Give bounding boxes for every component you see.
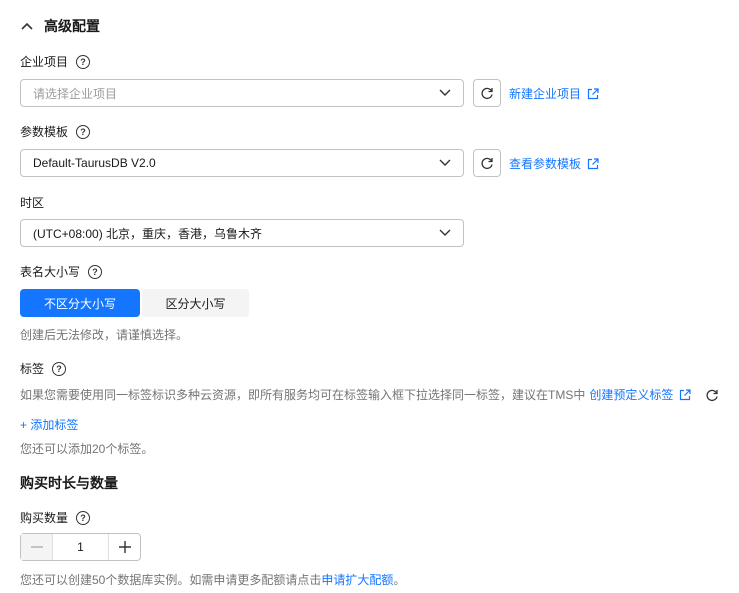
enterprise-project-select[interactable]: 请选择企业项目: [20, 79, 464, 107]
param-template-label: 参数模板: [20, 125, 69, 139]
quantity-label-row: 购买数量 ?: [20, 509, 91, 526]
case-label: 表名大小写: [20, 265, 81, 279]
apply-quota-link[interactable]: 申请扩大配额: [321, 573, 393, 587]
increment-button[interactable]: [108, 534, 140, 560]
timezone-value: (UTC+08:00) 北京，重庆，香港，乌鲁木齐: [33, 226, 263, 241]
enterprise-project-placeholder: 请选择企业项目: [33, 86, 118, 101]
timezone-label: 时区: [20, 196, 45, 210]
param-template-value: Default-TaurusDB V2.0: [33, 156, 156, 170]
refresh-icon: [706, 389, 719, 401]
case-insensitive-option[interactable]: 不区分大小写: [20, 289, 140, 317]
external-link-icon: [680, 388, 691, 400]
quantity-input[interactable]: 1: [53, 540, 108, 554]
minus-icon: [30, 546, 43, 548]
refresh-icon: [481, 157, 493, 170]
timezone-select[interactable]: (UTC+08:00) 北京，重庆，香港，乌鲁木齐: [20, 219, 464, 247]
help-icon[interactable]: ?: [76, 54, 91, 69]
tags-remaining: 您还可以添加20个标签。: [20, 442, 154, 456]
create-predefined-tag-link[interactable]: 创建预定义标签: [589, 386, 691, 403]
tags-description-row: 如果您需要使用同一标签标识多种云资源，即所有服务均可在标签输入框下拉选择同一标签…: [20, 386, 719, 403]
add-tag-link[interactable]: + 添加标签: [20, 416, 78, 433]
case-hint: 创建后无法修改，请谨慎选择。: [20, 328, 189, 342]
chevron-down-icon: [439, 159, 451, 166]
advanced-config-header[interactable]: 高级配置: [20, 16, 100, 36]
help-icon[interactable]: ?: [76, 124, 91, 139]
purchase-section-title: 购买时长与数量: [20, 475, 118, 491]
case-sensitive-option[interactable]: 区分大小写: [142, 289, 249, 317]
view-param-template-link[interactable]: 查看参数模板: [509, 155, 599, 172]
quota-hint: 您还可以创建50个数据库实例。如需申请更多配额请点击: [20, 573, 322, 587]
quota-hint-suffix: 。: [393, 573, 406, 587]
enterprise-project-label: 企业项目: [20, 55, 69, 69]
tags-label-row: 标签 ?: [20, 360, 67, 377]
timezone-label-row: 时区: [20, 194, 44, 211]
new-enterprise-project-text: 新建企业项目: [509, 87, 582, 101]
param-template-select[interactable]: Default-TaurusDB V2.0: [20, 149, 464, 177]
refresh-enterprise-button[interactable]: [473, 79, 501, 107]
tags-description: 如果您需要使用同一标签标识多种云资源，即所有服务均可在标签输入框下拉选择同一标签…: [20, 388, 586, 402]
quantity-stepper: 1: [20, 533, 141, 561]
chevron-down-icon: [439, 229, 451, 236]
plus-icon: [118, 541, 131, 553]
help-icon[interactable]: ?: [76, 510, 91, 525]
enterprise-project-label-row: 企业项目 ?: [20, 53, 91, 70]
refresh-tags-button[interactable]: [705, 388, 719, 402]
quantity-label: 购买数量: [20, 511, 69, 525]
chevron-down-icon: [439, 89, 451, 96]
external-link-icon: [587, 87, 599, 99]
help-icon[interactable]: ?: [52, 361, 67, 376]
view-param-template-text: 查看参数模板: [509, 157, 582, 171]
case-label-row: 表名大小写 ?: [20, 263, 103, 280]
refresh-icon: [481, 87, 493, 100]
decrement-button[interactable]: [21, 534, 53, 560]
section-title: 高级配置: [44, 18, 100, 34]
chevron-up-icon[interactable]: [20, 19, 34, 33]
new-enterprise-project-link[interactable]: 新建企业项目: [509, 85, 599, 102]
tags-label: 标签: [20, 362, 45, 376]
param-template-label-row: 参数模板 ?: [20, 123, 91, 140]
create-predefined-tag-text: 创建预定义标签: [589, 388, 674, 402]
help-icon[interactable]: ?: [88, 264, 103, 279]
refresh-template-button[interactable]: [473, 149, 501, 177]
case-segmented-control: 不区分大小写 区分大小写: [20, 289, 249, 317]
quota-hint-row: 您还可以创建50个数据库实例。如需申请更多配额请点击申请扩大配额。: [20, 571, 405, 588]
external-link-icon: [587, 157, 599, 169]
